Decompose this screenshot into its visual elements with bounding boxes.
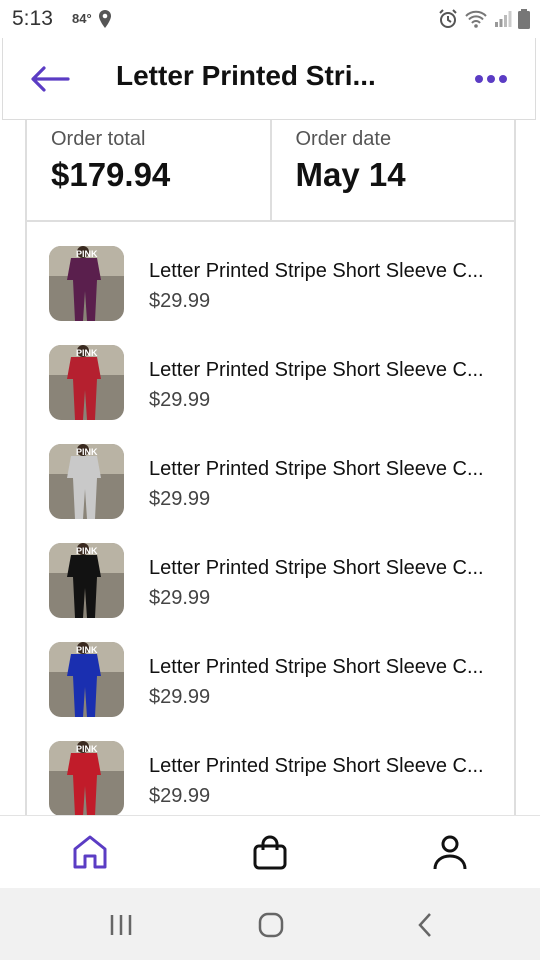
- home-icon: [73, 835, 107, 869]
- product-thumbnail: PINK: [49, 543, 124, 618]
- product-title: Letter Printed Stripe Short Sleeve C...: [149, 260, 484, 282]
- app-header: Letter Printed Stri...: [2, 38, 536, 120]
- order-total-cell: Order total $179.94: [27, 120, 270, 220]
- product-title: Letter Printed Stripe Short Sleeve C...: [149, 755, 484, 777]
- status-temperature: 84°: [72, 11, 92, 26]
- bottom-nav: [0, 815, 540, 888]
- order-date-cell: Order date May 14: [269, 120, 515, 220]
- order-summary: Order total $179.94 Order date May 14: [25, 120, 516, 222]
- product-title: Letter Printed Stripe Short Sleeve C...: [149, 359, 484, 381]
- status-bar: 5:13 84°: [0, 0, 540, 38]
- order-total-label: Order total: [51, 128, 146, 150]
- location-icon: [97, 9, 113, 34]
- system-nav-bar: [0, 888, 540, 960]
- product-price: $29.99: [149, 686, 211, 708]
- home-system-button[interactable]: [251, 910, 291, 940]
- more-dots-icon: [475, 75, 507, 83]
- svg-text:PINK: PINK: [76, 447, 98, 457]
- product-thumbnail: PINK: [49, 246, 124, 321]
- order-details: Order total $179.94 Order date May 14 PI…: [0, 120, 540, 815]
- back-button[interactable]: [29, 64, 71, 94]
- product-thumbnail: PINK: [49, 444, 124, 519]
- status-icons: [438, 9, 530, 34]
- order-item[interactable]: PINK Letter Printed Stripe Short Sleeve …: [25, 321, 516, 420]
- order-date-label: Order date: [295, 128, 392, 150]
- order-item[interactable]: PINK Letter Printed Stripe Short Sleeve …: [25, 222, 516, 321]
- signal-icon: [494, 10, 512, 33]
- page-title: Letter Printed Stri...: [116, 60, 376, 91]
- home-circle-icon: [258, 912, 284, 938]
- product-thumbnail: PINK: [49, 642, 124, 717]
- product-price: $29.99: [149, 290, 211, 312]
- order-items-list: PINK Letter Printed Stripe Short Sleeve …: [25, 222, 516, 815]
- product-price: $29.99: [149, 488, 211, 510]
- order-item[interactable]: PINK Letter Printed Stripe Short Sleeve …: [25, 420, 516, 519]
- profile-icon: [433, 835, 467, 870]
- svg-text:PINK: PINK: [76, 348, 98, 358]
- product-price: $29.99: [149, 389, 211, 411]
- svg-text:PINK: PINK: [76, 645, 98, 655]
- product-title: Letter Printed Stripe Short Sleeve C...: [149, 458, 484, 480]
- recent-apps-icon: [110, 915, 132, 935]
- back-chevron-icon: [418, 913, 431, 937]
- back-system-button[interactable]: [405, 910, 445, 940]
- nav-home-button[interactable]: [70, 832, 110, 872]
- battery-icon: [518, 9, 530, 34]
- order-item[interactable]: PINK Letter Printed Stripe Short Sleeve …: [25, 618, 516, 717]
- order-total-value: $179.94: [51, 156, 171, 193]
- svg-text:PINK: PINK: [76, 744, 98, 754]
- product-title: Letter Printed Stripe Short Sleeve C...: [149, 557, 484, 579]
- product-price: $29.99: [149, 785, 211, 807]
- order-date-value: May 14: [295, 156, 406, 193]
- recent-apps-button[interactable]: [101, 910, 141, 940]
- arrow-left-icon: [31, 66, 70, 92]
- svg-text:PINK: PINK: [76, 249, 98, 259]
- order-item[interactable]: PINK Letter Printed Stripe Short Sleeve …: [25, 519, 516, 618]
- order-item[interactable]: PINK Letter Printed Stripe Short Sleeve …: [25, 717, 516, 815]
- more-options-button[interactable]: [473, 68, 509, 90]
- svg-text:PINK: PINK: [76, 546, 98, 556]
- product-thumbnail: PINK: [49, 741, 124, 815]
- nav-profile-button[interactable]: [430, 832, 470, 872]
- alarm-icon: [438, 9, 458, 34]
- status-time: 5:13: [12, 7, 53, 30]
- wifi-icon: [464, 9, 488, 34]
- product-title: Letter Printed Stripe Short Sleeve C...: [149, 656, 484, 678]
- product-thumbnail: PINK: [49, 345, 124, 420]
- nav-orders-button[interactable]: [250, 832, 290, 872]
- product-price: $29.99: [149, 587, 211, 609]
- shopping-bag-icon: [253, 835, 287, 870]
